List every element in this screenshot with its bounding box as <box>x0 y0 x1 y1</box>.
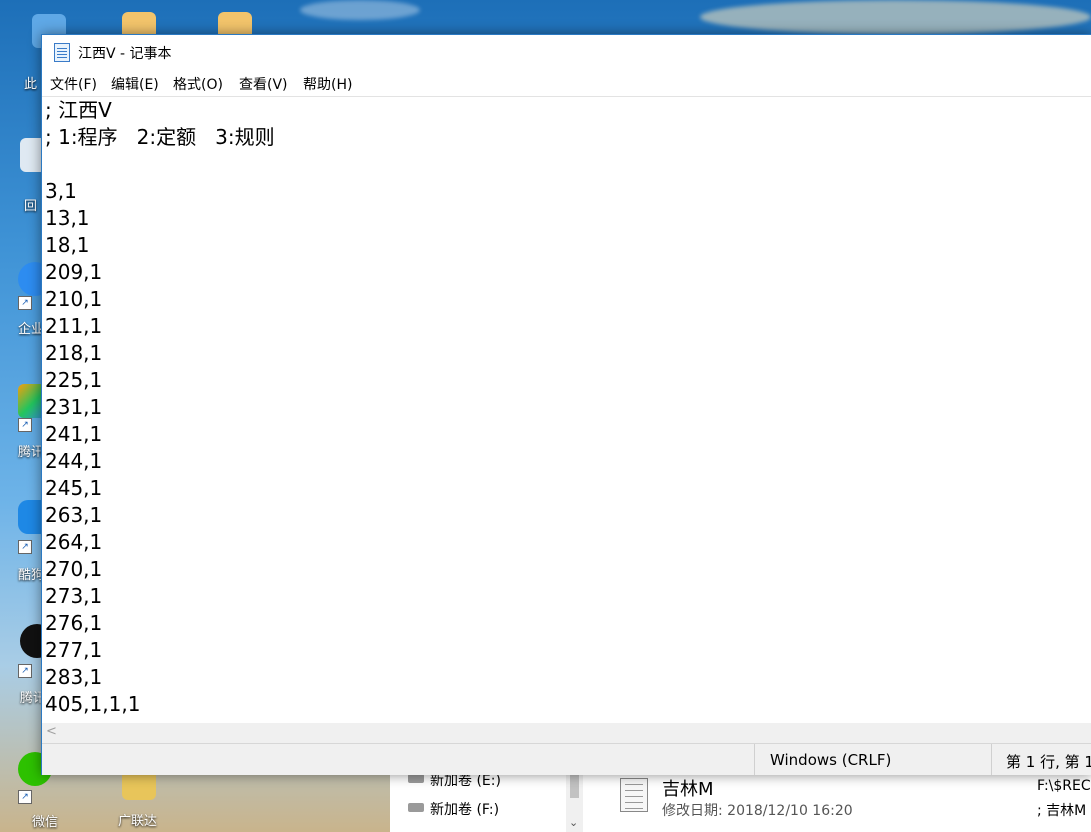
text-line: 273,1 <box>45 584 103 608</box>
desktop-icon-label: 广联达 <box>118 814 158 829</box>
status-cursor-position: 第 1 行, 第 1 <box>1006 753 1091 771</box>
file-path: F:\$REC <box>1037 778 1091 794</box>
status-encoding: Windows (CRLF) <box>770 751 892 769</box>
text-line: 244,1 <box>45 449 103 473</box>
file-modified-date: 修改日期: 2018/12/10 16:20 <box>662 803 853 819</box>
drive-icon <box>408 803 424 812</box>
drive-label: 新加卷 (E:) <box>430 773 501 789</box>
text-line: 210,1 <box>45 287 103 311</box>
file-explorer-window: 新加卷 (E:) 新加卷 (F:) ⌄ 吉林M 修改日期: 2018/12/10… <box>390 770 1091 832</box>
status-divider <box>754 744 755 775</box>
shortcut-arrow-icon: ↗ <box>18 540 32 554</box>
notepad-icon <box>54 43 70 62</box>
text-line: 405,1,1,1 <box>45 692 141 716</box>
desktop-icon-label: 此 <box>24 77 38 92</box>
text-editor[interactable]: ; 江西V ; 1:程序 2:定额 3:规则 3,1 13,1 18,1 209… <box>42 96 1091 723</box>
desktop-icon-label: 微信 <box>32 815 59 830</box>
text-line: 276,1 <box>45 611 103 635</box>
text-line: ; 江西V <box>45 98 112 122</box>
shortcut-arrow-icon: ↗ <box>18 790 32 804</box>
title-bar[interactable]: 江西V - 记事本 <box>42 35 1091 69</box>
drive-label: 新加卷 (F:) <box>430 802 500 818</box>
menu-format[interactable]: 格式(O) <box>173 74 223 94</box>
text-line: 225,1 <box>45 368 103 392</box>
shortcut-arrow-icon: ↗ <box>18 664 32 678</box>
scroll-left-icon[interactable]: < <box>46 724 57 739</box>
text-line: 264,1 <box>45 530 103 554</box>
text-line: 211,1 <box>45 314 103 338</box>
file-name[interactable]: 吉林M <box>662 775 714 801</box>
shortcut-arrow-icon: ↗ <box>18 296 32 310</box>
text-line: 263,1 <box>45 503 103 527</box>
cloud <box>700 0 1091 34</box>
chevron-down-icon[interactable]: ⌄ <box>569 816 578 829</box>
explorer-scrollbar[interactable]: ⌄ <box>566 770 583 832</box>
file-preview: ; 吉林M <box>1037 803 1087 819</box>
menu-bar: 文件(F) 编辑(E) 格式(O) 查看(V) 帮助(H) <box>42 69 1091 96</box>
menu-file[interactable]: 文件(F) <box>50 74 97 94</box>
text-line: 218,1 <box>45 341 103 365</box>
text-line: 245,1 <box>45 476 103 500</box>
shortcut-arrow-icon: ↗ <box>18 418 32 432</box>
text-line: 3,1 <box>45 179 77 203</box>
menu-help[interactable]: 帮助(H) <box>303 74 352 94</box>
explorer-nav-pane: 新加卷 (E:) 新加卷 (F:) <box>390 770 585 832</box>
text-line: 18,1 <box>45 233 90 257</box>
text-line: 231,1 <box>45 395 103 419</box>
text-line: 13,1 <box>45 206 90 230</box>
status-divider <box>991 744 992 775</box>
horizontal-scrollbar[interactable]: < <box>42 723 1091 743</box>
text-line: ; 1:程序 2:定额 3:规则 <box>45 125 275 149</box>
notepad-window[interactable]: 江西V - 记事本 文件(F) 编辑(E) 格式(O) 查看(V) 帮助(H) … <box>41 34 1091 775</box>
drive-f[interactable]: 新加卷 (F:) <box>408 799 500 819</box>
menu-edit[interactable]: 编辑(E) <box>111 74 159 94</box>
text-line: 270,1 <box>45 557 103 581</box>
window-title: 江西V - 记事本 <box>78 46 172 62</box>
desktop-icon-label: 回 <box>24 199 38 214</box>
text-line: 241,1 <box>45 422 103 446</box>
text-line: 277,1 <box>45 638 103 662</box>
text-file-icon <box>620 778 648 812</box>
text-line: 209,1 <box>45 260 103 284</box>
drive-icon <box>408 774 424 783</box>
menu-view[interactable]: 查看(V) <box>239 74 288 94</box>
cloud <box>300 0 420 20</box>
status-bar: Windows (CRLF) 第 1 行, 第 1 <box>42 743 1091 775</box>
text-line: 283,1 <box>45 665 103 689</box>
